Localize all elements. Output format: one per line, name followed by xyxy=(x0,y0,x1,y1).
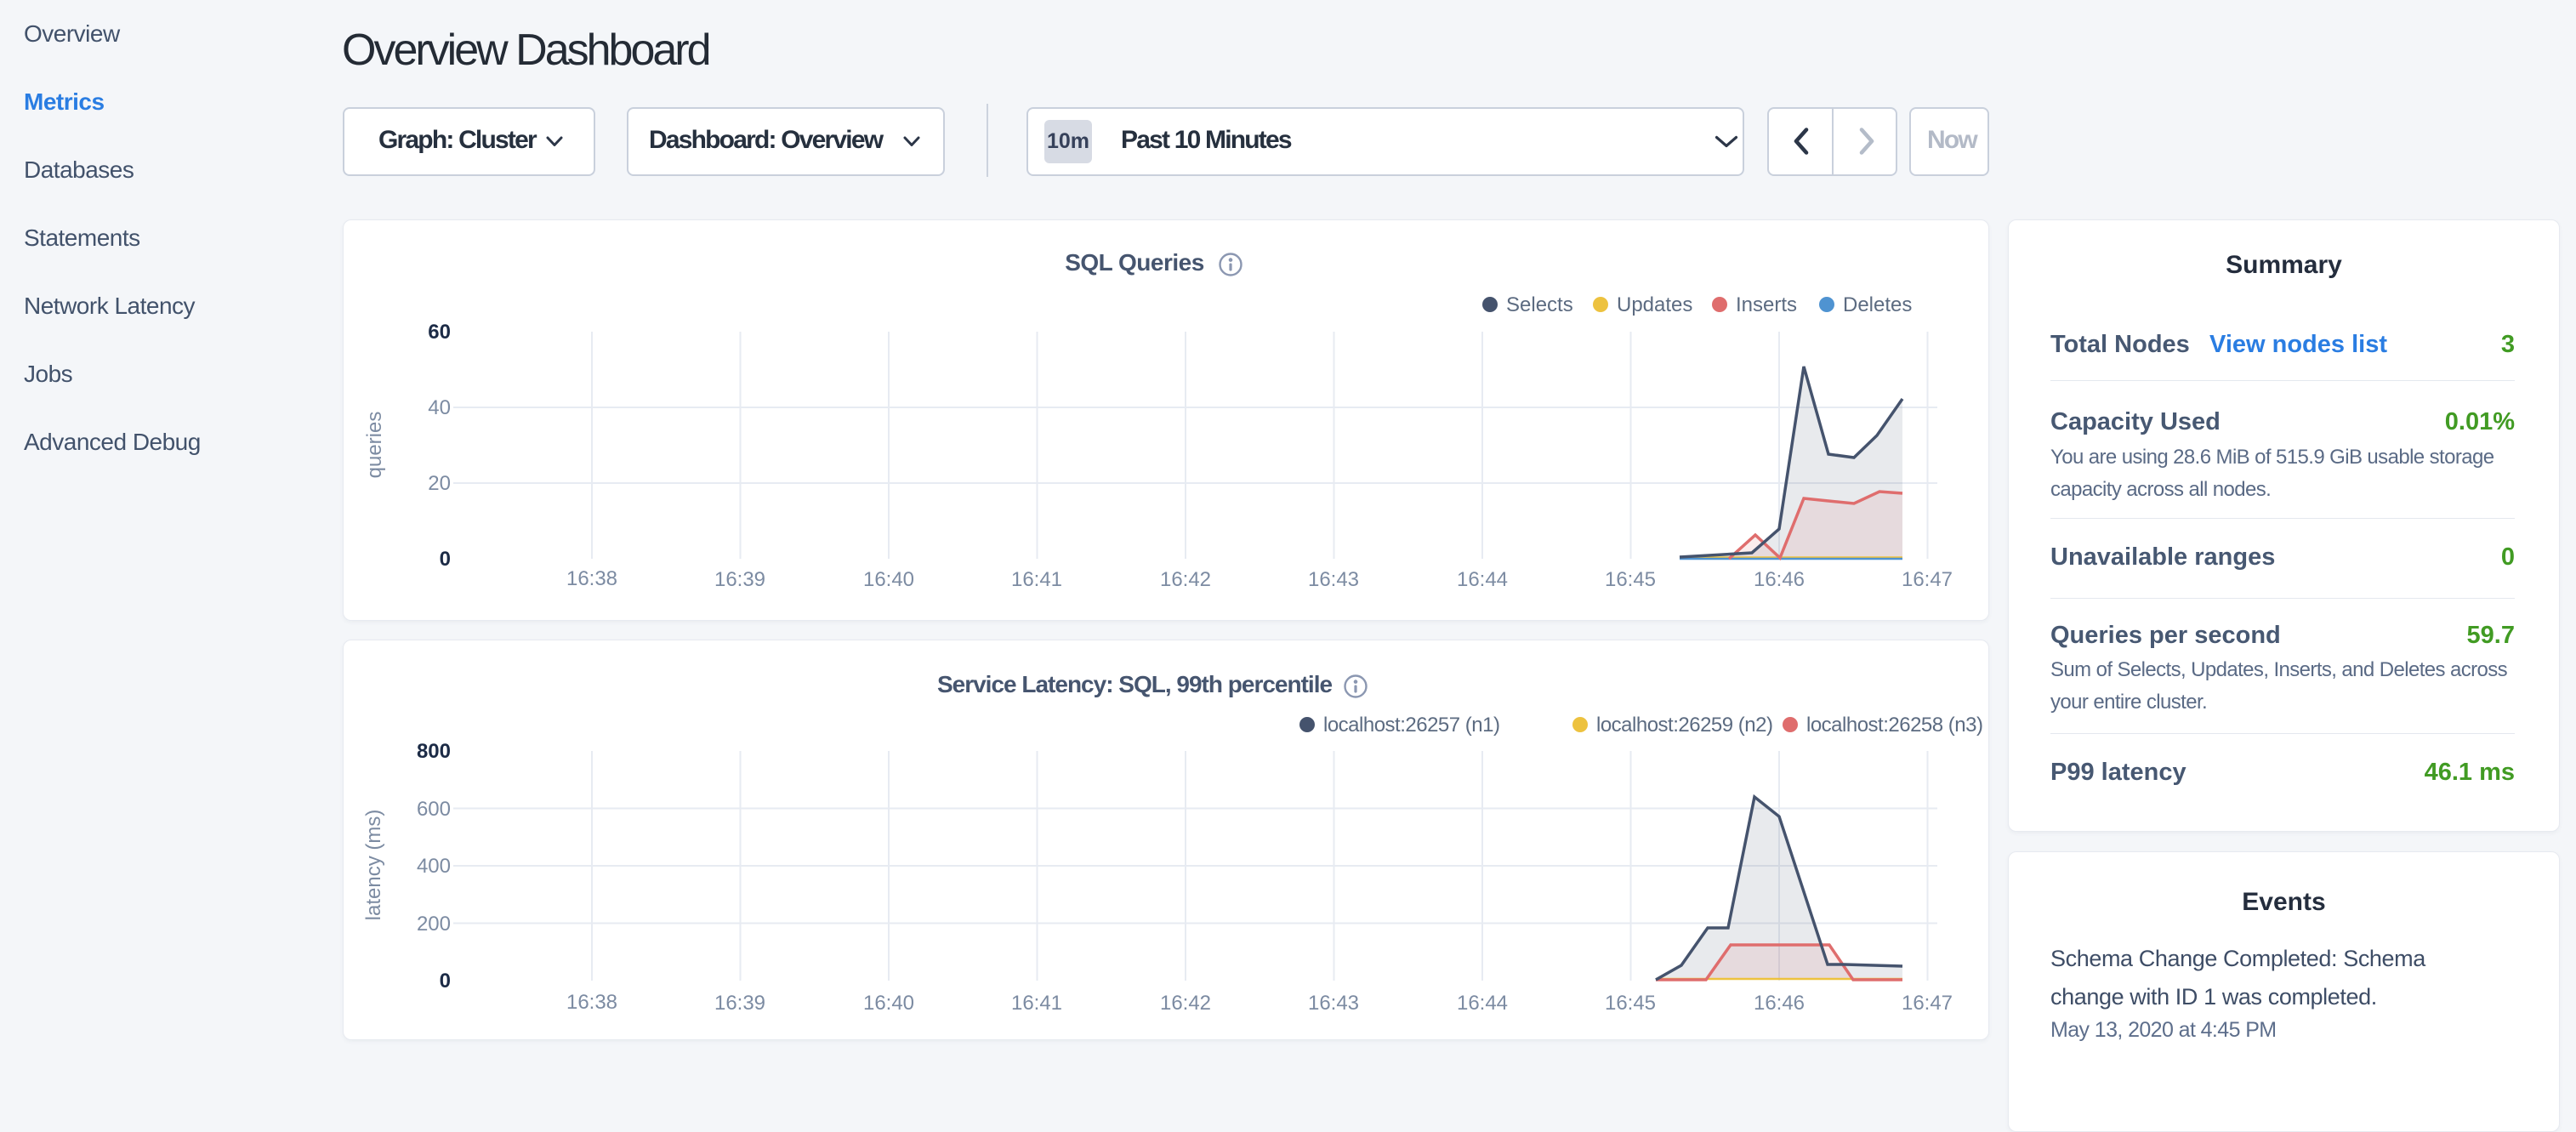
svg-text:20: 20 xyxy=(428,472,451,495)
svg-text:16:39: 16:39 xyxy=(714,992,765,1015)
svg-text:0: 0 xyxy=(440,548,451,571)
svg-text:60: 60 xyxy=(428,321,451,344)
svg-text:16:41: 16:41 xyxy=(1011,568,1062,591)
svg-text:Selects: Selects xyxy=(1506,293,1573,316)
svg-text:16:46: 16:46 xyxy=(1754,992,1805,1015)
svg-text:localhost:26258 (n3): localhost:26258 (n3) xyxy=(1806,714,1982,737)
svg-text:16:44: 16:44 xyxy=(1457,568,1508,591)
svg-text:Service Latency: SQL, 99th per: Service Latency: SQL, 99th percentile xyxy=(937,671,1333,697)
svg-text:600: 600 xyxy=(417,798,451,821)
svg-text:16:39: 16:39 xyxy=(714,568,765,591)
svg-text:16:45: 16:45 xyxy=(1605,568,1656,591)
svg-text:0: 0 xyxy=(440,970,451,993)
svg-text:16:47: 16:47 xyxy=(1902,568,1953,591)
svg-text:16:40: 16:40 xyxy=(863,568,914,591)
svg-text:localhost:26257 (n1): localhost:26257 (n1) xyxy=(1323,714,1499,737)
svg-text:200: 200 xyxy=(417,913,451,936)
svg-text:800: 800 xyxy=(417,740,451,763)
svg-text:16:45: 16:45 xyxy=(1605,992,1656,1015)
svg-text:16:46: 16:46 xyxy=(1754,568,1805,591)
svg-text:16:40: 16:40 xyxy=(863,992,914,1015)
svg-text:SQL Queries: SQL Queries xyxy=(1065,249,1204,276)
svg-text:16:42: 16:42 xyxy=(1160,568,1211,591)
svg-text:Updates: Updates xyxy=(1617,293,1692,316)
svg-text:16:38: 16:38 xyxy=(566,991,617,1014)
svg-text:16:41: 16:41 xyxy=(1011,992,1062,1015)
svg-text:40: 40 xyxy=(428,396,451,419)
svg-text:400: 400 xyxy=(417,855,451,878)
svg-text:Deletes: Deletes xyxy=(1843,293,1912,316)
svg-text:queries: queries xyxy=(363,412,386,479)
svg-text:16:43: 16:43 xyxy=(1308,568,1359,591)
svg-text:latency (ms): latency (ms) xyxy=(362,810,385,921)
svg-text:Inserts: Inserts xyxy=(1736,293,1797,316)
svg-text:16:42: 16:42 xyxy=(1160,992,1211,1015)
svg-text:16:44: 16:44 xyxy=(1457,992,1508,1015)
svg-text:16:43: 16:43 xyxy=(1308,992,1359,1015)
svg-text:16:38: 16:38 xyxy=(566,567,617,590)
svg-text:16:47: 16:47 xyxy=(1902,992,1953,1015)
svg-text:localhost:26259 (n2): localhost:26259 (n2) xyxy=(1596,714,1772,737)
